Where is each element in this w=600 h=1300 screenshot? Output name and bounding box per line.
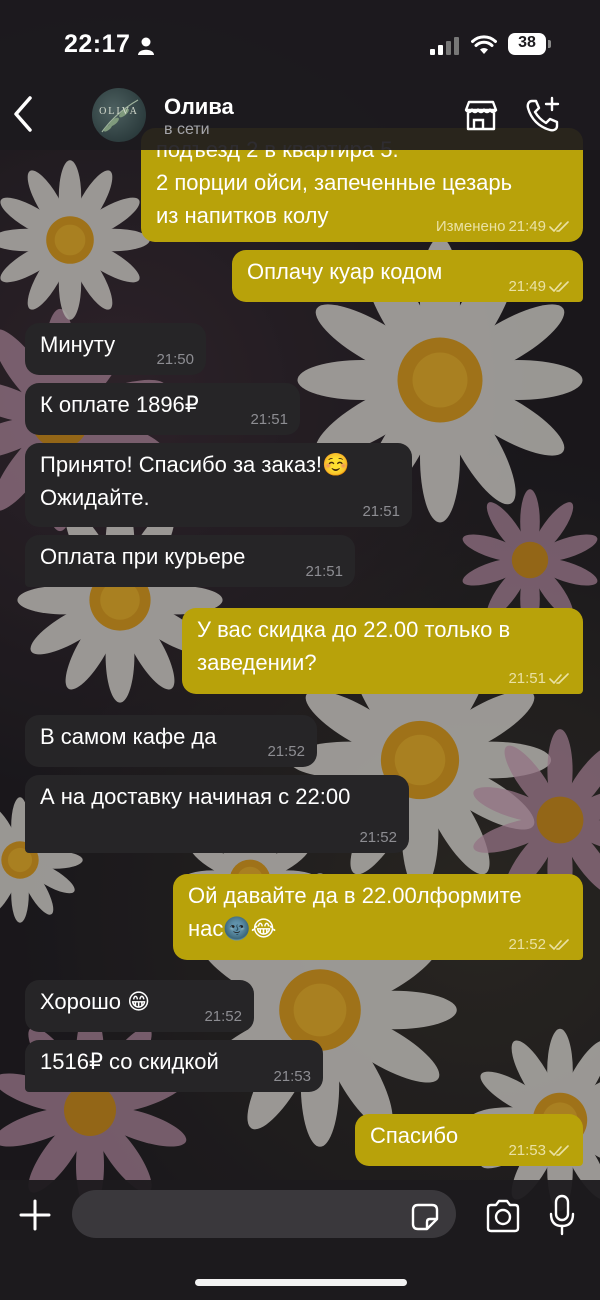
message-text: 1516₽ со скидкой	[40, 1049, 219, 1074]
message-bubble-incoming[interactable]: А на доставку начиная с 22:00 21:52	[25, 775, 409, 853]
message-input[interactable]	[72, 1190, 456, 1238]
message-text: К оплате 1896₽	[40, 392, 199, 417]
message-meta: 21:51	[250, 411, 288, 429]
person-icon	[138, 37, 154, 55]
double-check-icon	[549, 281, 569, 292]
message-time: 21:51	[362, 503, 400, 520]
message-time: 21:51	[508, 670, 546, 687]
battery-tip	[548, 40, 551, 48]
message-meta: 21:50	[156, 351, 194, 369]
status-time: 22:17	[64, 30, 131, 58]
message-meta: 21:51	[508, 670, 571, 688]
phone-plus-icon[interactable]	[523, 95, 563, 135]
message-meta: 21:52	[508, 936, 571, 954]
battery-level: 38	[518, 34, 536, 51]
message-meta: 21:52	[359, 829, 397, 847]
message-bubble-incoming[interactable]: 1516₽ со скидкой 21:53	[25, 1040, 323, 1092]
status-bar: 22:17 38	[0, 0, 600, 90]
message-time: 21:51	[250, 411, 288, 428]
back-chevron-icon[interactable]	[8, 92, 38, 136]
message-time: 21:52	[267, 743, 305, 760]
chat-header: OLIVA Олива в сети	[0, 80, 600, 150]
message-time: 21:52	[508, 936, 546, 953]
double-check-icon	[549, 673, 569, 684]
message-bubble-outgoing[interactable]: Оплачу куар кодом 21:49	[232, 250, 583, 302]
avatar[interactable]: OLIVA	[92, 88, 146, 142]
double-check-icon	[549, 939, 569, 950]
message-bubble-incoming[interactable]: К оплате 1896₽ 21:51	[25, 383, 300, 435]
message-text: В самом кафе да	[40, 724, 217, 749]
edited-label: Изменено	[435, 218, 506, 235]
sticker-icon[interactable]	[410, 1202, 440, 1232]
composer-bar	[0, 1180, 600, 1300]
message-meta: 21:49	[508, 278, 571, 296]
message-bubble-incoming[interactable]: Принято! Спасибо за заказ!☺️ Ожидайте. 2…	[25, 443, 412, 527]
message-text: А на доставку начиная с 22:00	[40, 784, 351, 809]
message-time: 21:49	[508, 218, 546, 235]
contact-status: в сети	[164, 121, 210, 138]
signal-icon	[430, 37, 459, 55]
message-time: 21:49	[508, 278, 546, 295]
message-bubble-outgoing[interactable]: Спасибо 21:53	[355, 1114, 583, 1166]
double-check-icon	[549, 1145, 569, 1156]
message-meta: 21:53	[273, 1068, 311, 1086]
message-bubble-incoming[interactable]: Хорошо 😁 21:52	[25, 980, 254, 1032]
home-indicator[interactable]	[195, 1279, 407, 1286]
message-time: 21:52	[359, 829, 397, 846]
message-list[interactable]: подъезд 2 в квартира 5. 2 порции ойси, з…	[0, 0, 600, 1300]
message-text: Принято! Спасибо за заказ!☺️ Ожидайте.	[40, 452, 350, 510]
message-time: 21:53	[273, 1068, 311, 1085]
message-meta: 21:52	[204, 1008, 242, 1026]
avatar-logo-text: OLIVA	[99, 106, 139, 117]
message-time: 21:51	[305, 563, 343, 580]
message-bubble-outgoing[interactable]: У вас скидка до 22.00 только в заведении…	[182, 608, 583, 694]
camera-icon[interactable]	[484, 1198, 522, 1234]
message-meta: 21:53	[508, 1142, 571, 1160]
message-meta: Изменено 21:49	[436, 218, 571, 236]
microphone-icon[interactable]	[548, 1194, 576, 1236]
message-bubble-outgoing[interactable]: Ой давайте да в 22.00лформите нас🌚😂 21:5…	[173, 874, 583, 960]
storefront-icon[interactable]	[461, 95, 501, 135]
message-bubble-incoming[interactable]: В самом кафе да 21:52	[25, 715, 317, 767]
message-time: 21:53	[508, 1142, 546, 1159]
message-bubble-incoming[interactable]: Оплата при курьере 21:51	[25, 535, 355, 587]
message-meta: 21:51	[362, 503, 400, 521]
plus-icon[interactable]	[18, 1198, 52, 1232]
wifi-icon	[471, 35, 497, 54]
message-time: 21:52	[204, 1008, 242, 1025]
message-meta: 21:51	[305, 563, 343, 581]
message-bubble-incoming[interactable]: Минуту 21:50	[25, 323, 206, 375]
double-check-icon	[549, 221, 569, 232]
message-meta: 21:52	[267, 743, 305, 761]
contact-name[interactable]: Олива	[164, 94, 234, 120]
message-text: Оплата при курьере	[40, 544, 246, 569]
message-time: 21:50	[156, 351, 194, 368]
battery-icon: 38	[508, 33, 546, 55]
